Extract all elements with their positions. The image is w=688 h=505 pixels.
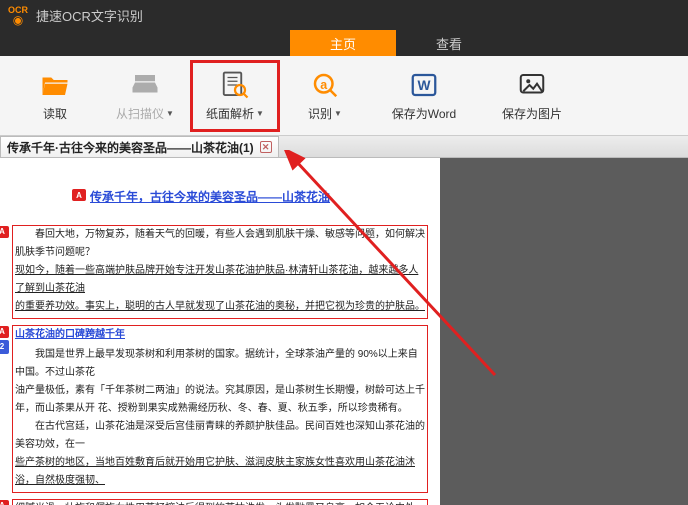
- save-word-button[interactable]: W 保存为Word: [370, 60, 478, 132]
- save-word-label: 保存为Word: [392, 105, 456, 122]
- document-tabbar: 传承千年·古往今来的美容圣品——山茶花油(1) ✕: [0, 136, 688, 158]
- read-button[interactable]: 读取: [10, 60, 100, 132]
- scanner-button[interactable]: 从扫描仪▼: [100, 60, 190, 132]
- doc-heading: A 传承千年，古往今来的美容圣品——山茶花油: [90, 188, 330, 205]
- para: 的重要养功效。事实上，聪明的古人早就发现了山茶花油的奥秘，并把它视为珍贵的护肤品…: [15, 301, 425, 312]
- analyze-button[interactable]: 纸面解析▼: [190, 60, 280, 132]
- recognize-icon: a: [310, 70, 340, 100]
- save-image-label: 保存为图片: [502, 105, 562, 122]
- doc-heading-text: 传承千年，古往今来的美容圣品——山茶花油: [90, 190, 330, 204]
- region-badge: A: [0, 500, 9, 505]
- para: 现如今，随着一些高端护肤品牌开始专注开发山茶花油护肤品·林清轩山茶花油，越来越多…: [15, 262, 425, 298]
- menu-home[interactable]: 主页: [290, 30, 396, 56]
- scanner-icon: [130, 70, 160, 100]
- para: 些产茶树的地区，当地百姓敷育后就开始用它护肤、滋润皮肤主家族女性喜欢用山茶花油沐…: [15, 457, 415, 486]
- titlebar: OCR ◉ 捷速OCR文字识别: [0, 0, 688, 30]
- region-badge: A: [72, 189, 86, 201]
- eye-icon: ◉: [13, 15, 23, 25]
- save-image-button[interactable]: 保存为图片: [478, 60, 586, 132]
- svg-text:a: a: [320, 78, 328, 92]
- subheading: 山茶花油的口碑跨越千年: [15, 326, 125, 344]
- folder-open-icon: [40, 70, 70, 100]
- recognize-button[interactable]: a 识别▼: [280, 60, 370, 132]
- recognize-label: 识别: [308, 105, 332, 122]
- sub-region-badge: 2: [0, 340, 9, 354]
- word-icon: W: [409, 70, 439, 100]
- chevron-down-icon: ▼: [166, 109, 174, 118]
- para: 在古代宫廷，山茶花油是深受后宫佳丽青睐的养颜护肤佳品。民间百姓也深知山茶花油的美…: [15, 418, 425, 454]
- workspace: A 传承千年，古往今来的美容圣品——山茶花油 A 春回大地，万物复苏，随着天气的…: [0, 158, 688, 505]
- preview-pane: [440, 158, 688, 505]
- toolbar: 读取 从扫描仪▼ 纸面解析▼ a 识别▼ W 保存为Word 保存为图片: [0, 56, 688, 136]
- text-region-3[interactable]: A 细腻光滑。壮族和侗族女性用茶籽榨油后得到的茶枯洗发，头发黝黑又乌亮。如今无论…: [12, 499, 428, 505]
- app-title: 捷速OCR文字识别: [36, 6, 143, 25]
- analyze-label: 纸面解析: [206, 105, 254, 122]
- text-region-2[interactable]: A 2 山茶花油的口碑跨越千年 我国是世界上最早发现茶树和利用茶树的国家。据统计…: [12, 325, 428, 493]
- chevron-down-icon: ▼: [334, 109, 342, 118]
- page-analyze-icon: [220, 70, 250, 100]
- document-tab[interactable]: 传承千年·古往今来的美容圣品——山茶花油(1) ✕: [0, 136, 279, 157]
- close-tab-icon[interactable]: ✕: [260, 141, 272, 153]
- region-badge: A: [0, 326, 9, 338]
- menubar: 主页 查看: [0, 30, 688, 56]
- para: 春回大地，万物复苏，随着天气的回暖，有些人会遇到肌肤干燥、敏感等问题，如何解决肌…: [15, 226, 425, 262]
- document-pane[interactable]: A 传承千年，古往今来的美容圣品——山茶花油 A 春回大地，万物复苏，随着天气的…: [0, 158, 440, 505]
- menu-view[interactable]: 查看: [396, 30, 502, 56]
- region-badge: A: [0, 226, 9, 238]
- document-tab-title: 传承千年·古往今来的美容圣品——山茶花油(1): [7, 139, 254, 156]
- scanner-label: 从扫描仪: [116, 105, 164, 122]
- app-logo: OCR ◉: [8, 6, 28, 25]
- para: 我国是世界上最早发现茶树和利用茶树的国家。据统计，全球茶油产量的 90%以上来自…: [15, 346, 425, 382]
- chevron-down-icon: ▼: [256, 109, 264, 118]
- read-label: 读取: [43, 105, 67, 122]
- image-icon: [517, 70, 547, 100]
- para: 花、授粉到果实成熟需经历秋、冬、春、夏、秋五季，所以珍贵稀有。: [98, 403, 408, 414]
- text-region-1[interactable]: A 春回大地，万物复苏，随着天气的回暖，有些人会遇到肌肤干燥、敏感等问题，如何解…: [12, 225, 428, 319]
- svg-text:W: W: [418, 78, 431, 93]
